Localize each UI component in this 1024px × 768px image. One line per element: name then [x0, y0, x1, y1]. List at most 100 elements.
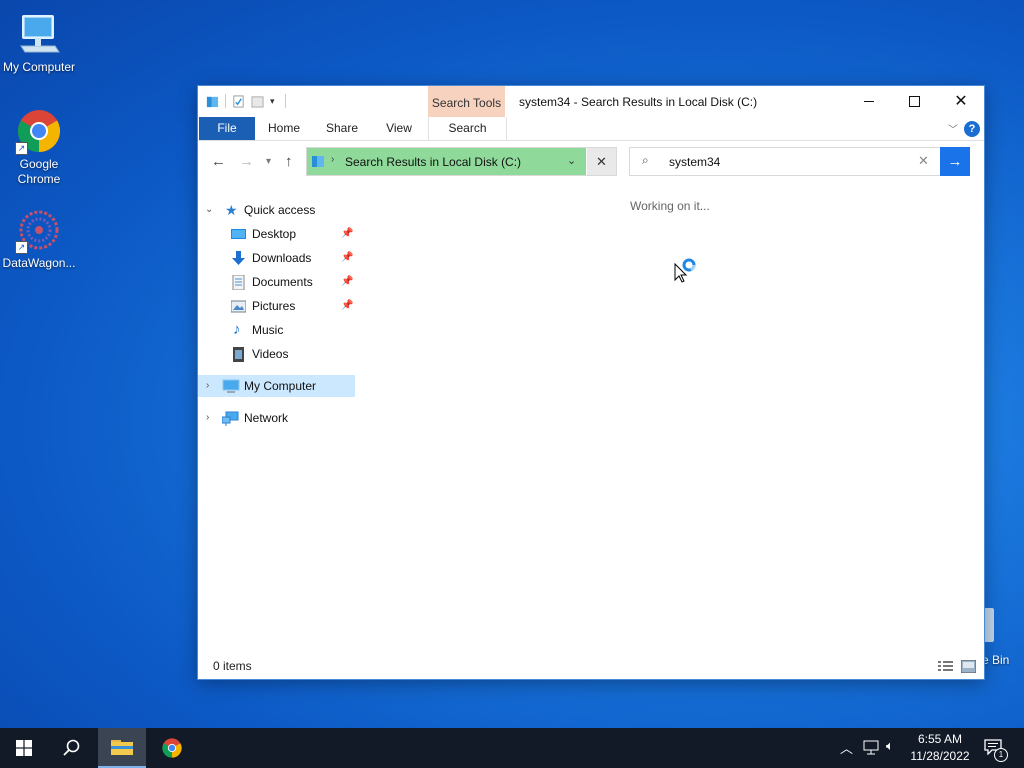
up-arrow-icon[interactable]: ↑ [285, 153, 293, 170]
tab-search[interactable]: Search [428, 117, 507, 140]
breadcrumb-chevron-icon[interactable]: › [331, 154, 334, 165]
details-view-icon[interactable] [938, 660, 953, 673]
clear-search-icon[interactable]: ✕ [918, 153, 929, 169]
nav-label: Quick access [244, 203, 316, 217]
back-arrow-icon[interactable]: ← [211, 153, 226, 170]
search-icon [63, 739, 80, 756]
search-taskbar-button[interactable] [48, 728, 96, 768]
nav-label: My Computer [244, 379, 317, 393]
network-tray-icon[interactable] [863, 740, 879, 755]
tab-view[interactable]: View [373, 117, 425, 140]
action-center-button[interactable]: 1 [982, 736, 1008, 762]
desktop-icon-datawagon[interactable]: ↗ DataWagon... [1, 206, 77, 271]
system-clock[interactable]: 6:55 AM 11/28/2022 [906, 731, 974, 765]
desktop-icon-google-chrome[interactable]: ↗ Google Chrome [1, 107, 77, 187]
desktop-icon-label: DataWagon... [2, 256, 76, 270]
tray-overflow-chevron-icon[interactable]: ︿ [840, 738, 853, 757]
folder-app-icon [206, 96, 219, 107]
desktop-icon-label: My Computer [2, 60, 76, 74]
clock-time: 6:55 AM [917, 732, 963, 746]
nav-item-pictures[interactable]: Pictures 📌 [198, 295, 355, 317]
nav-my-computer[interactable]: › My Computer [198, 375, 355, 397]
ribbon-expand-chevron-icon[interactable]: ﹀ [948, 121, 958, 136]
customize-qat-dropdown-icon[interactable]: ▾ [270, 96, 275, 107]
arrow-right-icon: → [947, 153, 963, 170]
windows-logo-icon [16, 740, 32, 756]
chrome-icon [162, 738, 182, 758]
search-status-message: Working on it... [630, 199, 710, 213]
forward-arrow-icon[interactable]: → [239, 153, 254, 170]
minimize-button[interactable] [846, 86, 892, 116]
network-icon [222, 411, 239, 426]
nav-item-desktop[interactable]: Desktop 📌 [198, 223, 355, 245]
address-dropdown-icon[interactable]: ⌄ [567, 154, 576, 167]
nav-item-documents[interactable]: Documents 📌 [198, 271, 355, 293]
pin-icon[interactable]: 📌 [341, 295, 353, 317]
separator [225, 94, 226, 108]
file-explorer-icon [111, 740, 133, 755]
nav-quick-access[interactable]: ⌄ ★ Quick access [198, 199, 355, 221]
close-icon: ✕ [596, 154, 607, 169]
title-bar[interactable]: ▾ Search Tools system34 - Search Results… [198, 86, 984, 117]
desktop-folder-icon [231, 229, 246, 239]
music-note-icon: ♪ [233, 321, 241, 338]
busy-cursor-icon [674, 258, 696, 283]
datawagon-icon: ↗ [15, 206, 63, 254]
address-text: Search Results in Local Disk (C:) [345, 155, 522, 169]
tab-file[interactable]: File [199, 117, 255, 140]
chevron-right-icon[interactable]: › [206, 407, 209, 429]
desktop-icon-label: Google Chrome [17, 157, 61, 186]
clock-date: 11/28/2022 [910, 749, 970, 763]
maximize-button[interactable] [891, 86, 937, 116]
chevron-right-icon[interactable]: › [206, 375, 209, 397]
recent-locations-chevron-icon[interactable]: ▾ [266, 156, 271, 167]
pictures-icon [231, 300, 246, 313]
nav-network[interactable]: › Network [198, 407, 355, 429]
desktop-icon-label: e Bin [982, 653, 1010, 667]
ribbon-tabs: File Home Share View Search ﹀ ? [198, 117, 984, 141]
search-results-folder-icon [312, 156, 324, 167]
maximize-icon [908, 95, 920, 107]
chevron-down-icon[interactable]: ⌄ [205, 199, 213, 221]
nav-label: Network [244, 411, 289, 425]
nav-label: Pictures [252, 299, 296, 313]
video-film-icon [233, 347, 244, 362]
window-title: system34 - Search Results in Local Disk … [519, 95, 758, 109]
search-box[interactable]: ⌕ system34 ✕ [629, 147, 941, 176]
taskbar: ︿ 🔈︎ 6:55 AM 11/28/2022 1 [0, 728, 1024, 768]
search-input[interactable]: system34 [669, 155, 720, 169]
nav-label: Desktop [252, 227, 297, 241]
tab-share[interactable]: Share [316, 117, 368, 140]
pin-icon[interactable]: 📌 [341, 223, 353, 245]
chrome-icon: ↗ [15, 107, 63, 155]
close-button[interactable]: ✕ [938, 86, 984, 116]
nav-item-music[interactable]: ♪ Music [198, 319, 355, 341]
help-icon[interactable]: ? [964, 121, 980, 137]
taskbar-file-explorer[interactable] [98, 728, 146, 768]
search-go-button[interactable]: → [940, 147, 970, 176]
tab-home[interactable]: Home [258, 117, 310, 140]
shortcut-arrow-icon: ↗ [15, 142, 28, 155]
nav-item-downloads[interactable]: Downloads 📌 [198, 247, 355, 269]
nav-item-videos[interactable]: Videos [198, 343, 355, 365]
address-bar[interactable]: › Search Results in Local Disk (C:) ⌄ ✕ [306, 147, 617, 176]
document-icon [232, 275, 245, 290]
desktop-icon-my-computer[interactable]: My Computer [1, 10, 77, 75]
pin-icon[interactable]: 📌 [341, 271, 353, 293]
taskbar-chrome[interactable] [148, 728, 196, 768]
stop-search-button[interactable]: ✕ [587, 148, 616, 175]
nav-label: Documents [252, 275, 313, 289]
pin-icon[interactable]: 📌 [341, 247, 353, 269]
large-icons-view-icon[interactable] [961, 660, 976, 673]
computer-icon [222, 379, 240, 393]
search-tools-context-label: Search Tools [428, 86, 505, 117]
properties-icon[interactable] [232, 94, 245, 108]
new-folder-icon[interactable] [251, 95, 264, 108]
busy-cursor [674, 258, 698, 284]
volume-icon[interactable]: 🔈︎ [886, 738, 894, 754]
nav-label: Videos [252, 347, 289, 361]
minimize-icon [864, 100, 874, 102]
start-button[interactable] [0, 728, 48, 768]
item-count: 0 items [213, 659, 252, 673]
computer-icon [15, 10, 63, 58]
